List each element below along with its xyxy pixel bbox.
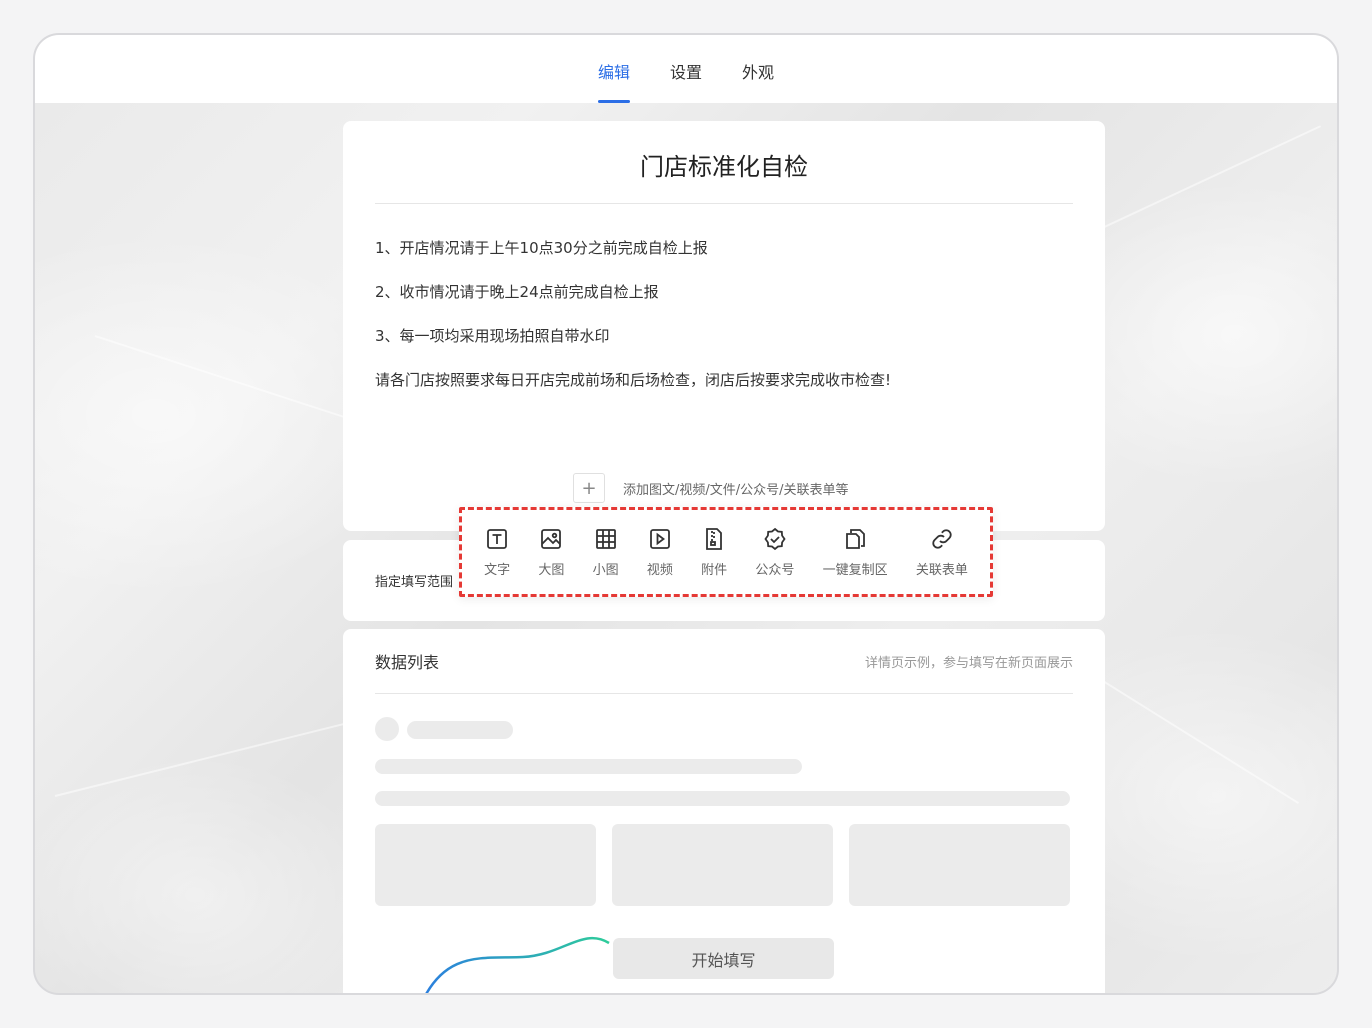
toolbar-item-label: 小图: [592, 562, 619, 578]
copy-icon: [846, 528, 866, 549]
description-line: 2、收市情况请于晚上24点前完成自检上报: [375, 283, 659, 301]
video-icon: [649, 528, 670, 549]
toolbar-item-label: 公众号: [755, 562, 795, 578]
grid-icon: [595, 528, 616, 549]
toolbar-item-label: 视频: [646, 562, 673, 578]
skeleton-avatar: [375, 717, 399, 741]
toolbar-official-account-button[interactable]: 公众号: [755, 527, 794, 578]
toolbar-item-label: 大图: [538, 562, 565, 578]
form-header-card: 门店标准化自检 1、开店情况请于上午10点30分之前完成自检上报 2、收市情况请…: [343, 121, 1105, 531]
plus-icon: +: [581, 477, 597, 499]
form-title[interactable]: 门店标准化自检: [343, 121, 1105, 203]
skeleton-block: [849, 824, 1070, 906]
skeleton-line: [407, 721, 513, 739]
background-crease: [54, 722, 347, 797]
toolbar-text-button[interactable]: 文字: [484, 527, 510, 578]
data-list-note: 详情页示例，参与填写在新页面展示: [864, 655, 1073, 671]
add-content-hint: 添加图文/视频/文件/公众号/关联表单等: [623, 482, 849, 498]
toolbar-item-label: 关联表单: [915, 562, 968, 578]
toolbar-item-label: 文字: [484, 562, 511, 578]
add-content-row: + 添加图文/视频/文件/公众号/关联表单等: [573, 473, 849, 503]
tab-settings[interactable]: 设置: [670, 35, 702, 103]
verified-badge-icon: [764, 527, 786, 550]
toolbar-copy-area-button[interactable]: 一键复制区: [823, 527, 888, 578]
attachment-icon: [706, 527, 723, 550]
link-icon: [932, 528, 952, 549]
image-icon: [541, 528, 562, 549]
toolbar-item-label: 附件: [701, 562, 728, 578]
data-list-header: 数据列表 详情页示例，参与填写在新页面展示: [343, 629, 1105, 693]
toolbar-linked-form-button[interactable]: 关联表单: [916, 527, 968, 578]
tab-appearance[interactable]: 外观: [742, 35, 774, 103]
toolbar-small-image-button[interactable]: 小图: [593, 527, 619, 578]
skeleton-block: [375, 824, 596, 906]
description-line: 1、开店情况请于上午10点30分之前完成自检上报: [375, 239, 708, 257]
skeleton-line: [375, 759, 802, 774]
background-crease: [1084, 125, 1322, 237]
form-description[interactable]: 1、开店情况请于上午10点30分之前完成自检上报 2、收市情况请于晚上24点前完…: [343, 204, 1105, 414]
toolbar-attachment-button[interactable]: 附件: [701, 527, 727, 578]
add-content-button[interactable]: +: [573, 473, 605, 503]
list-divider: [375, 693, 1073, 694]
toolbar-item-label: 一键复制区: [822, 562, 888, 578]
insert-toolbar: 文字 大图 小图 视频 附件 公众号 一键复制区 关联表单: [459, 507, 993, 597]
app-frame: 编辑 设置 外观 门店标准化自检 1、开店情况请于上午10点30分之前完成自检上…: [33, 33, 1339, 995]
text-icon: [487, 528, 508, 549]
background-crease: [1094, 675, 1300, 805]
decorative-curve: [425, 936, 610, 993]
data-list-card: 数据列表 详情页示例，参与填写在新页面展示 开始填写: [343, 629, 1105, 993]
data-list-title: 数据列表: [375, 653, 440, 672]
start-fill-button[interactable]: 开始填写: [613, 938, 834, 979]
skeleton-block: [612, 824, 833, 906]
tab-edit[interactable]: 编辑: [597, 35, 630, 103]
toolbar-large-image-button[interactable]: 大图: [538, 527, 564, 578]
description-line: 3、每一项均采用现场拍照自带水印: [375, 327, 610, 345]
fill-range-label[interactable]: 指定填写范围: [375, 571, 453, 590]
description-line: 请各门店按照要求每日开店完成前场和后场检查，闭店后按要求完成收市检查!: [375, 371, 892, 389]
skeleton-line: [375, 791, 1070, 806]
toolbar-video-button[interactable]: 视频: [647, 527, 673, 578]
top-tab-bar: 编辑 设置 外观: [35, 35, 1337, 103]
